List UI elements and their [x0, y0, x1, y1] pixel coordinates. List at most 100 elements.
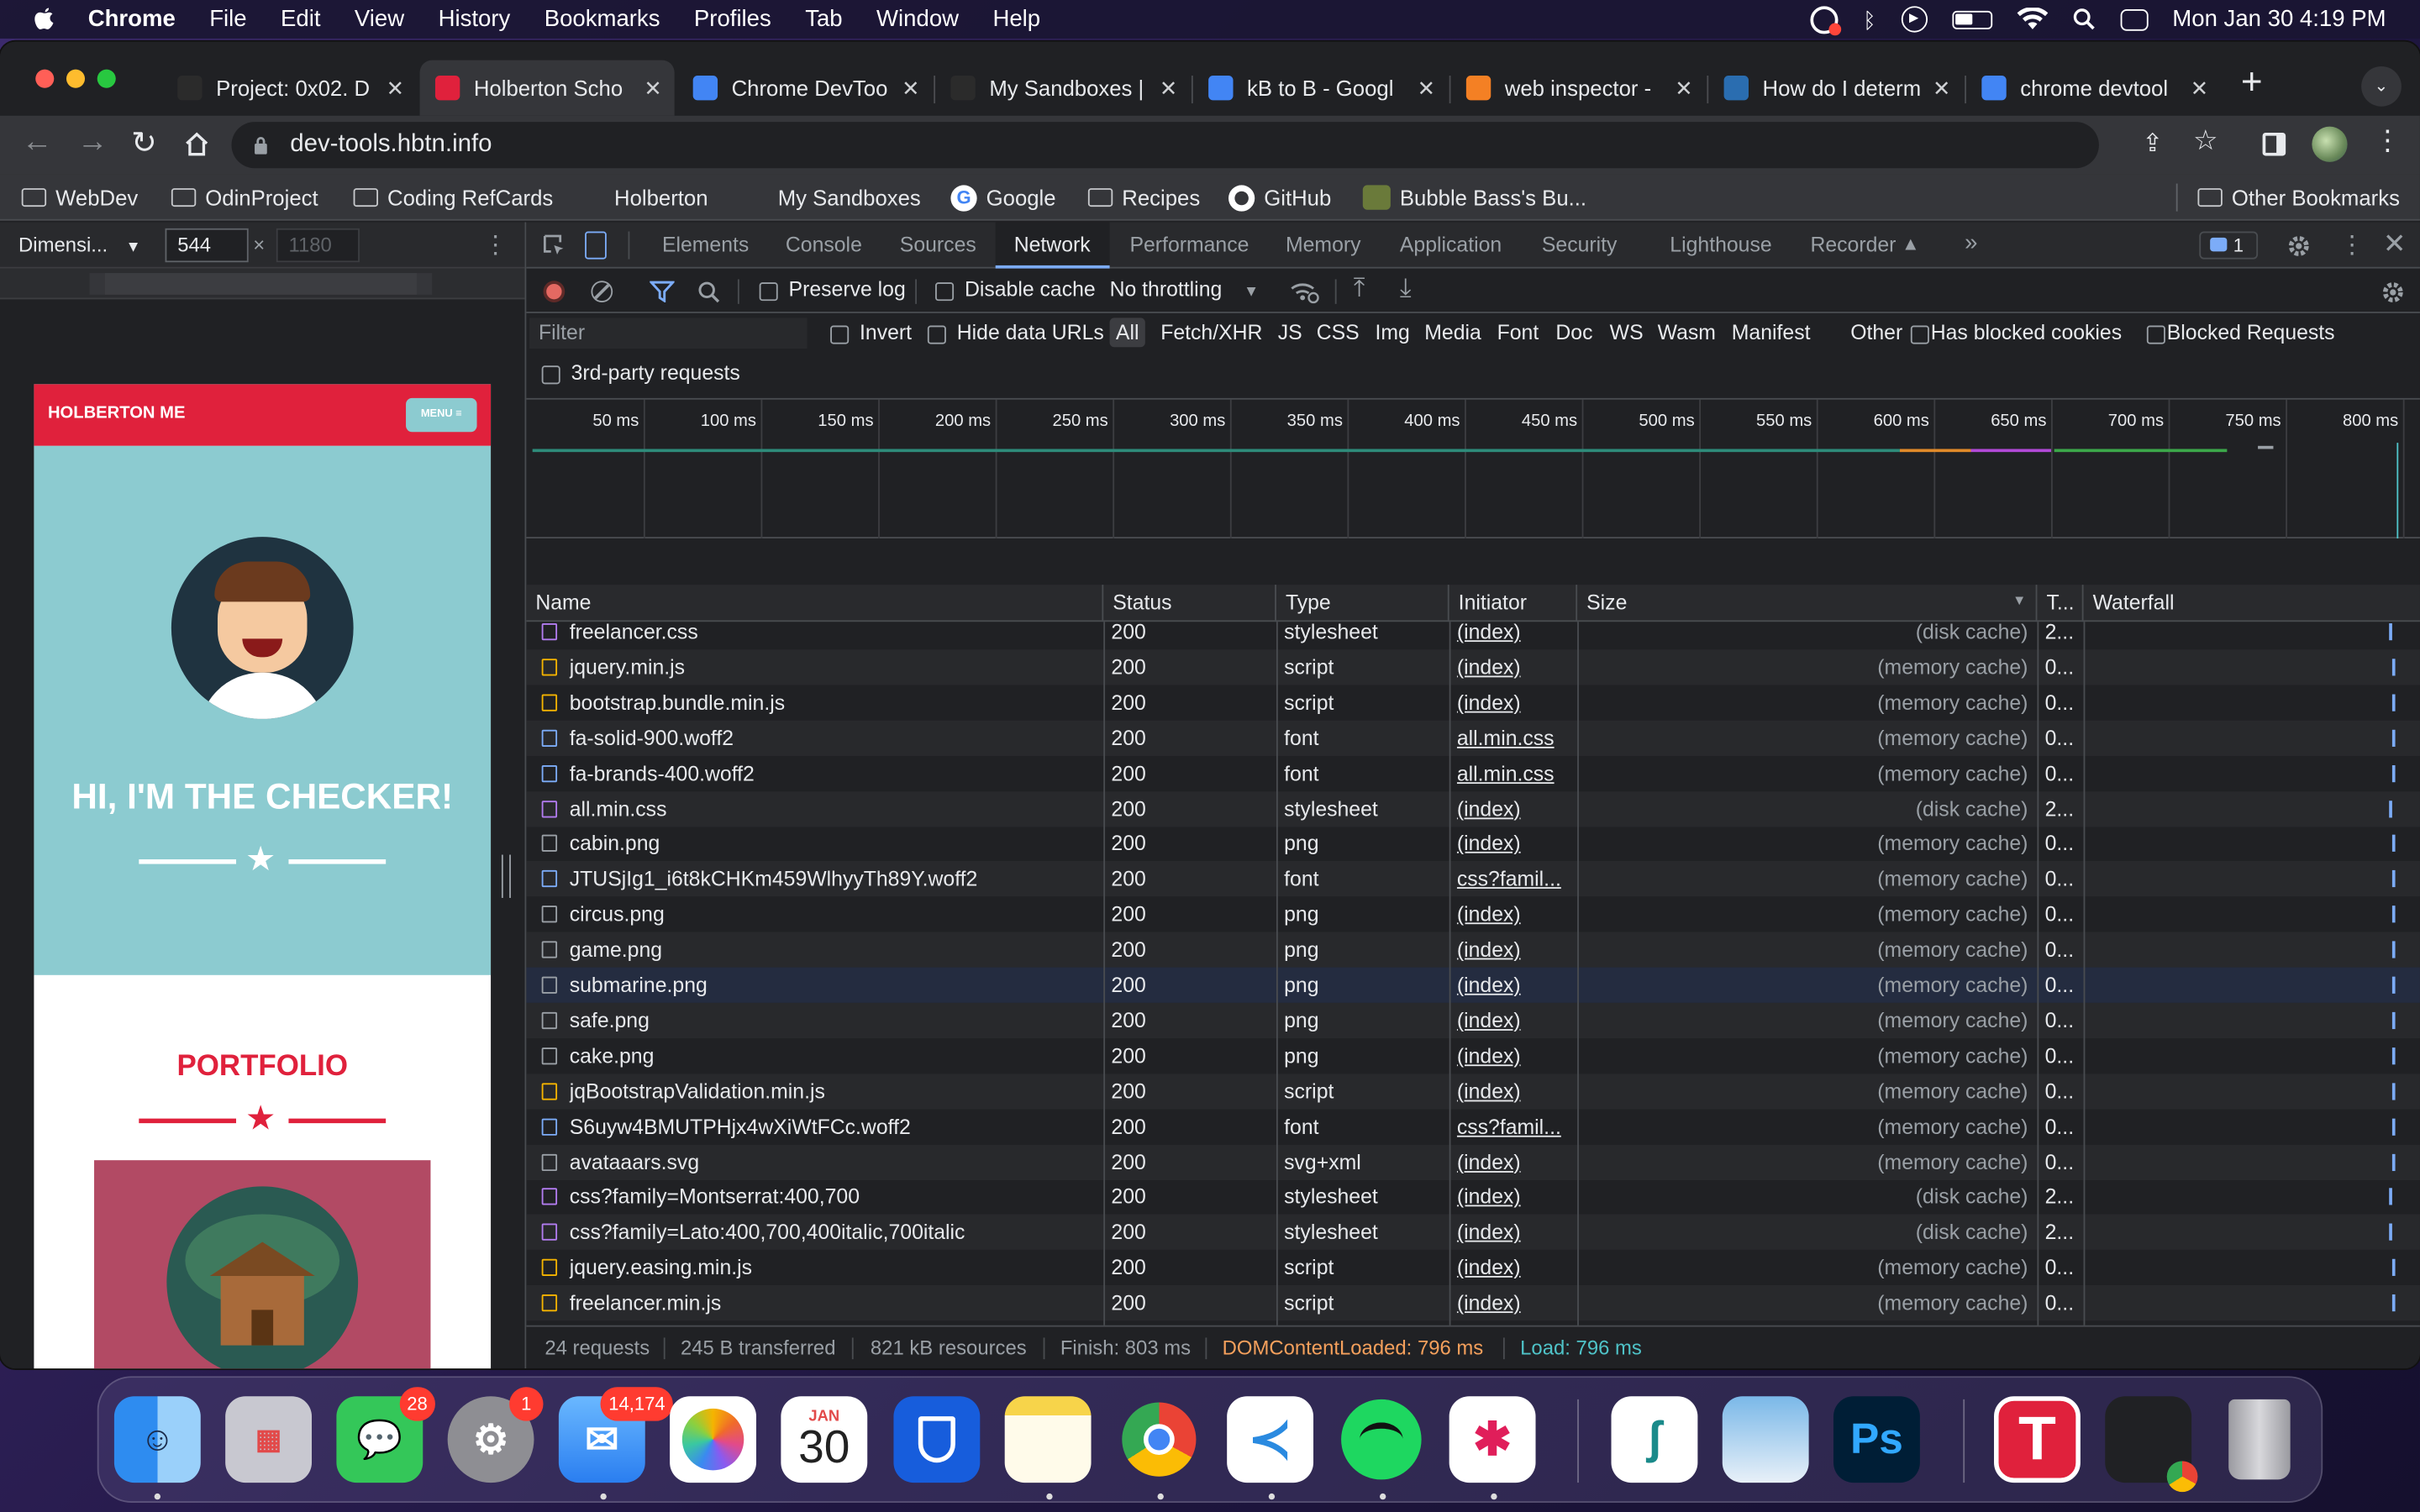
site-menu-button[interactable]: MENU ≡	[406, 397, 477, 433]
tab-application[interactable]: Application	[1400, 222, 1502, 268]
dock-typora-icon[interactable]: T	[1994, 1396, 2081, 1483]
column-initiator[interactable]: Initiator	[1449, 585, 1578, 622]
play-icon[interactable]: ▶	[1901, 6, 1928, 33]
menu-view[interactable]: View	[355, 6, 404, 32]
tab-elements[interactable]: Elements	[662, 222, 749, 268]
tab-security[interactable]: Security	[1542, 222, 1618, 268]
disable-cache-checkbox[interactable]	[935, 282, 955, 302]
spotlight-search-icon[interactable]	[2072, 8, 2096, 31]
dock-trash-icon[interactable]	[2217, 1396, 2303, 1483]
tab-console[interactable]: Console	[786, 222, 862, 268]
chrome-menu-icon[interactable]: ⋮	[2374, 125, 2402, 158]
bookmark-google[interactable]: G Google	[950, 182, 1056, 213]
tab-performance[interactable]: Performance	[1129, 222, 1249, 268]
bookmark-bubble-bass[interactable]: Bubble Bass's Bu...	[1362, 182, 1586, 213]
preserve-log-checkbox[interactable]	[759, 282, 778, 302]
dock-photoshop-icon[interactable]: Ps	[1833, 1396, 1920, 1483]
close-tab-icon[interactable]: ✕	[1933, 75, 1951, 101]
menubar-clock[interactable]: Mon Jan 30 4:19 PM	[2172, 6, 2386, 32]
settings-gear-icon[interactable]	[2286, 233, 2312, 259]
cell-initiator[interactable]: (index)	[1457, 1038, 1571, 1074]
inspect-element-icon[interactable]	[542, 233, 566, 257]
table-row[interactable]: submarine.png 200 png (index) (memory cache)…	[526, 967, 2420, 1003]
browser-tab[interactable]: chrome devtool ✕	[1966, 60, 2221, 116]
hide-data-urls-checkbox[interactable]	[927, 325, 946, 344]
bookmark-github[interactable]: GitHub	[1228, 182, 1331, 213]
portfolio-item-cabin[interactable]	[94, 1160, 431, 1369]
table-row[interactable]: jquery.easing.min.js 200 script (index) (mem…	[526, 1250, 2420, 1285]
table-row[interactable]: css?family=Lato:400,700,400italic,700ita…	[526, 1215, 2420, 1251]
column-status[interactable]: Status	[1103, 585, 1276, 622]
maximize-window-button[interactable]	[97, 69, 116, 88]
cell-initiator[interactable]: (index)	[1457, 1215, 1571, 1250]
dock-preview-icon[interactable]	[1722, 1396, 1809, 1483]
table-row[interactable]: css?family=Montserrat:400,700 200 styleshe…	[526, 1179, 2420, 1215]
table-row[interactable]: fa-brands-400.woff2 200 font all.min.css (me…	[526, 755, 2420, 790]
profile-avatar[interactable]	[2312, 126, 2348, 162]
dock-system-settings-icon[interactable]: ⚙ 1	[447, 1387, 544, 1483]
table-row[interactable]: jqBootstrapValidation.min.js 200 script (in…	[526, 1073, 2420, 1110]
tab-memory[interactable]: Memory	[1286, 222, 1361, 268]
address-bar[interactable]: dev-tools.hbtn.info	[231, 122, 2099, 169]
cell-initiator[interactable]: css?famil...	[1457, 1109, 1571, 1144]
tab-lighthouse[interactable]: Lighthouse	[1670, 222, 1771, 268]
type-filter-img[interactable]: Img	[1375, 321, 1409, 344]
cell-initiator[interactable]: (index)	[1457, 1074, 1571, 1109]
back-button[interactable]: ←	[22, 125, 53, 160]
new-tab-button[interactable]: +	[2230, 62, 2273, 106]
column-waterfall[interactable]: Waterfall	[2084, 585, 2420, 622]
table-row[interactable]: all.min.css 200 stylesheet (index) (disk cac…	[526, 790, 2420, 827]
cell-initiator[interactable]: (index)	[1457, 1250, 1571, 1285]
home-icon[interactable]	[184, 131, 210, 157]
dock-surfshark-icon[interactable]: ʃ	[1611, 1396, 1698, 1483]
device-toolbar-toggle-icon[interactable]	[585, 231, 607, 260]
column-name[interactable]: Name	[526, 585, 1104, 622]
menu-edit[interactable]: Edit	[281, 6, 320, 32]
tab-sources[interactable]: Sources	[900, 222, 976, 268]
close-tab-icon[interactable]: ✕	[2191, 75, 2209, 101]
cell-initiator[interactable]: (index)	[1457, 790, 1571, 826]
table-row[interactable]: safe.png 200 png (index) (memory cache) 0...	[526, 1002, 2420, 1038]
wifi-icon[interactable]	[2016, 8, 2048, 31]
device-width-input[interactable]: 544	[165, 228, 249, 263]
export-har-icon[interactable]: ⤓	[1400, 273, 1412, 304]
invert-checkbox[interactable]	[830, 325, 850, 344]
dock-calendar-icon[interactable]: JAN 30	[781, 1396, 868, 1483]
table-row[interactable]: freelancer.min.js 200 script (index) (memory…	[526, 1285, 2420, 1321]
close-tab-icon[interactable]: ✕	[387, 75, 405, 101]
close-tab-icon[interactable]: ✕	[902, 75, 920, 101]
table-row[interactable]: bootstrap.bundle.min.js 200 script (index) (…	[526, 685, 2420, 720]
cell-initiator[interactable]: (index)	[1457, 826, 1571, 861]
bookmark-my-sandboxes[interactable]: My Sandboxes	[750, 182, 921, 213]
import-har-icon[interactable]: ⤒	[1354, 273, 1365, 304]
cell-initiator[interactable]: (index)	[1457, 622, 1571, 649]
clear-icon[interactable]	[591, 281, 613, 302]
bookmark-odinproject[interactable]: OdinProject	[171, 182, 318, 213]
cell-initiator[interactable]: all.min.css	[1457, 755, 1571, 790]
menu-bookmarks[interactable]: Bookmarks	[544, 6, 660, 32]
dock-notes-icon[interactable]	[1004, 1396, 1092, 1483]
cell-initiator[interactable]: (index)	[1457, 685, 1571, 720]
site-brand[interactable]: HOLBERTON ME	[48, 404, 186, 423]
cell-initiator[interactable]: (index)	[1457, 968, 1571, 1003]
device-height-input[interactable]: 1180	[276, 228, 360, 263]
cell-initiator[interactable]: (index)	[1457, 1179, 1571, 1215]
cell-initiator[interactable]: (index)	[1457, 649, 1571, 685]
dock-minimized-window[interactable]	[2105, 1396, 2198, 1493]
browser-tab[interactable]: My Sandboxes | ✕	[935, 60, 1190, 116]
menu-tab[interactable]: Tab	[805, 6, 842, 32]
type-filter-all[interactable]: All	[1109, 318, 1145, 348]
network-settings-gear-icon[interactable]	[2380, 279, 2406, 305]
bookmark-recipes[interactable]: Recipes	[1087, 182, 1200, 213]
table-row[interactable]: freelancer.css 200 stylesheet (index) (disk …	[526, 622, 2420, 649]
dock-launchpad-icon[interactable]: ▦	[225, 1396, 313, 1483]
devtools-menu-icon[interactable]: ⋮	[2339, 230, 2364, 261]
menu-window[interactable]: Window	[876, 6, 959, 32]
tab-network[interactable]: Network	[995, 222, 1109, 269]
menu-history[interactable]: History	[439, 6, 511, 32]
device-options-icon[interactable]: ⋮	[483, 230, 508, 261]
type-filter-font[interactable]: Font	[1497, 321, 1539, 344]
browser-tab[interactable]: kB to B - Googl ✕	[1193, 60, 1448, 116]
bookmark-star-icon[interactable]: ☆	[2193, 125, 2218, 158]
resize-handle[interactable]	[501, 854, 511, 898]
